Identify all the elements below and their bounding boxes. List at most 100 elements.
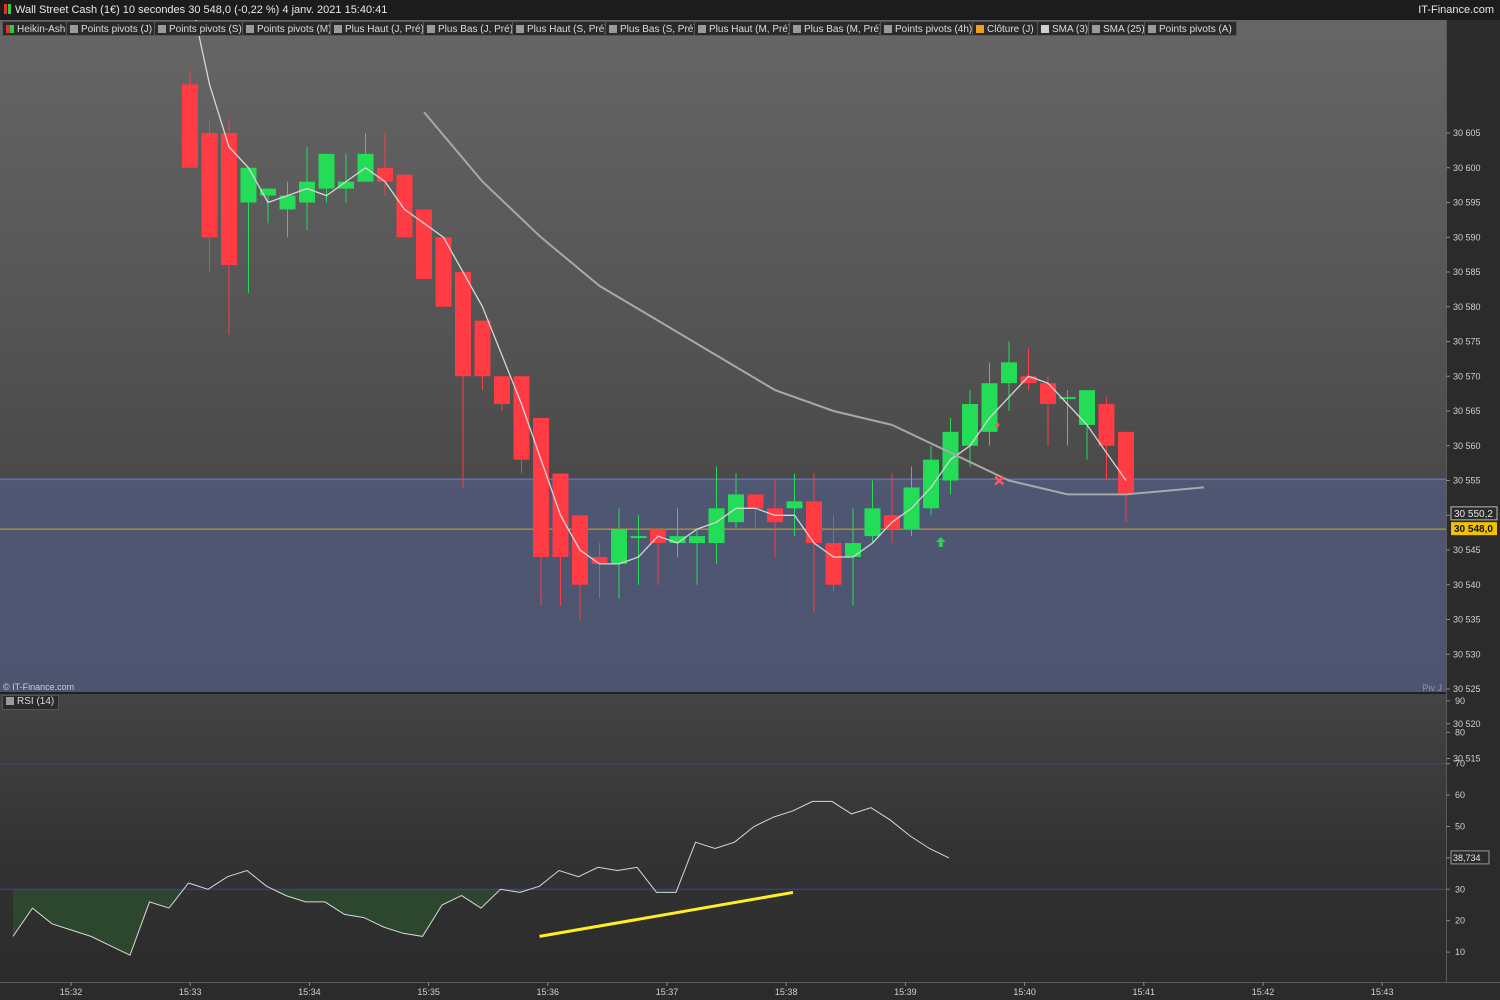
candle-body [396, 174, 413, 238]
legend-swatch-icon [884, 25, 892, 33]
legend-item[interactable]: Points pivots (A) [1144, 21, 1237, 36]
legend-swatch-icon [609, 25, 617, 33]
rsi-swatch-icon [6, 697, 14, 705]
candle-body [1040, 383, 1056, 405]
rsi-trendline [539, 890, 794, 938]
legend-swatch-icon [1092, 25, 1100, 33]
candle-body [806, 501, 822, 544]
rsi-axis-tick: 50 [1455, 822, 1465, 832]
time-axis-tick: 15:39 [894, 987, 917, 997]
rsi-line [12, 800, 950, 956]
time-axis-tick: 15:38 [775, 987, 798, 997]
candle-body [494, 376, 510, 405]
candle-body [864, 508, 881, 537]
legend-label: Plus Haut (M, Pré) [709, 24, 792, 35]
time-axis-tick: 15:33 [179, 987, 202, 997]
sma-price-badge-text: 30 550,2 [1454, 509, 1493, 520]
price-axis-tick: 30 570 [1453, 371, 1481, 381]
legend-swatch-icon [70, 25, 78, 33]
legend-item[interactable]: Heikin-Ashi [2, 21, 73, 36]
legend-item[interactable]: Plus Bas (J, Pré) [423, 21, 519, 36]
legend-item[interactable]: Points pivots (M) [242, 21, 337, 36]
candle-body [1098, 404, 1115, 446]
legend-item[interactable]: Clôture (J) [972, 21, 1039, 36]
candle-body [747, 494, 764, 509]
rsi-legend-text: RSI (14) [17, 696, 55, 707]
legend-item[interactable]: Points pivots (S) [154, 21, 247, 36]
legend-label: Plus Bas (M, Pré) [804, 24, 883, 35]
legend-swatch-icon [1148, 25, 1156, 33]
legend-label: Points pivots (4h) [895, 24, 973, 35]
price-axis-tick: 30 575 [1453, 337, 1481, 347]
legend-item[interactable]: SMA (25) [1088, 21, 1150, 36]
candle-body [845, 543, 861, 557]
price-axis-tick: 30 595 [1453, 198, 1481, 208]
price-axis-tick: 30 560 [1453, 441, 1481, 451]
legend-label: Points pivots (A) [1159, 24, 1232, 35]
legend-item[interactable]: Points pivots (4h) [880, 21, 978, 36]
legend-item[interactable]: Plus Bas (M, Pré) [789, 21, 888, 36]
time-axis-tick: 15:32 [60, 987, 83, 997]
rsi-axis-tick: 20 [1455, 916, 1465, 926]
time-axis-tick: 15:43 [1371, 987, 1394, 997]
time-axis-tick: 15:34 [298, 987, 321, 997]
candle-body [474, 320, 491, 377]
legend-item[interactable]: Plus Bas (S, Pré) [605, 21, 702, 36]
candle-body [1118, 431, 1134, 495]
price-axis-tick: 30 525 [1453, 684, 1481, 694]
legend-item[interactable]: Points pivots (J) [66, 21, 158, 36]
legend-label: SMA (25) [1103, 24, 1145, 35]
legend-label: Plus Bas (S, Pré) [620, 24, 697, 35]
chart-canvas: 30 51530 52030 52530 53030 53530 54030 5… [0, 20, 1498, 997]
legend-swatch-icon [246, 25, 254, 33]
legend-label: Plus Haut (J, Pré) [345, 24, 424, 35]
legend-swatch-icon [6, 25, 14, 33]
legend-label: Plus Haut (S, Pré) [527, 24, 608, 35]
legend-item[interactable]: Plus Haut (J, Pré) [330, 21, 429, 36]
time-axis-tick: 15:36 [537, 987, 560, 997]
legend-swatch-icon [976, 25, 984, 33]
candle-body [708, 508, 725, 544]
legend-label: Heikin-Ashi [17, 24, 68, 35]
legend-label: Clôture (J) [987, 24, 1034, 35]
rsi-legend-item[interactable]: RSI (14) [2, 695, 60, 710]
price-axis-tick: 30 555 [1453, 476, 1481, 486]
candle-body [533, 417, 549, 557]
rsi-plot-group [0, 763, 1446, 956]
rsi-axis-tick: 80 [1455, 727, 1465, 737]
time-axis-tick: 15:41 [1133, 987, 1156, 997]
candle-body [182, 84, 198, 168]
legend-swatch-icon [334, 25, 342, 33]
rsi-axis-tick: 70 [1455, 759, 1465, 769]
price-axis-tick: 30 545 [1453, 545, 1481, 555]
price-axis-tick: 30 565 [1453, 406, 1481, 416]
candle-body [455, 272, 471, 377]
legend-label: Points pivots (M) [257, 24, 332, 35]
price-axis-tick: 30 535 [1453, 615, 1481, 625]
legend-item[interactable]: SMA (3) [1037, 21, 1094, 36]
legend-swatch-icon [793, 25, 801, 33]
legend-label: SMA (3) [1052, 24, 1089, 35]
time-axis-tick: 15:42 [1252, 987, 1275, 997]
candle-body [630, 536, 647, 539]
legend-item[interactable]: Plus Haut (M, Pré) [694, 21, 797, 36]
candle-body [981, 383, 998, 432]
candle-body [1001, 362, 1017, 384]
signal-dot-icon [995, 422, 1000, 427]
legend-swatch-icon [1041, 25, 1049, 33]
time-axis-tick: 15:37 [656, 987, 679, 997]
rsi-value-badge-text: 38,734 [1453, 853, 1481, 863]
candle-body [240, 167, 257, 203]
rsi-axis-tick: 30 [1455, 884, 1465, 894]
candle-body [786, 501, 803, 509]
time-axis-tick: 15:40 [1013, 987, 1036, 997]
candle-body [611, 529, 627, 564]
legend-label: Plus Bas (J, Pré) [438, 24, 514, 35]
legend-item[interactable]: Plus Haut (S, Pré) [512, 21, 613, 36]
candle-body [825, 543, 842, 585]
legend-swatch-icon [158, 25, 166, 33]
candle-body [962, 404, 978, 446]
rsi-axis-tick: 10 [1455, 947, 1465, 957]
legend-swatch-icon [427, 25, 435, 33]
close-price-badge-text: 30 548,0 [1454, 524, 1493, 535]
